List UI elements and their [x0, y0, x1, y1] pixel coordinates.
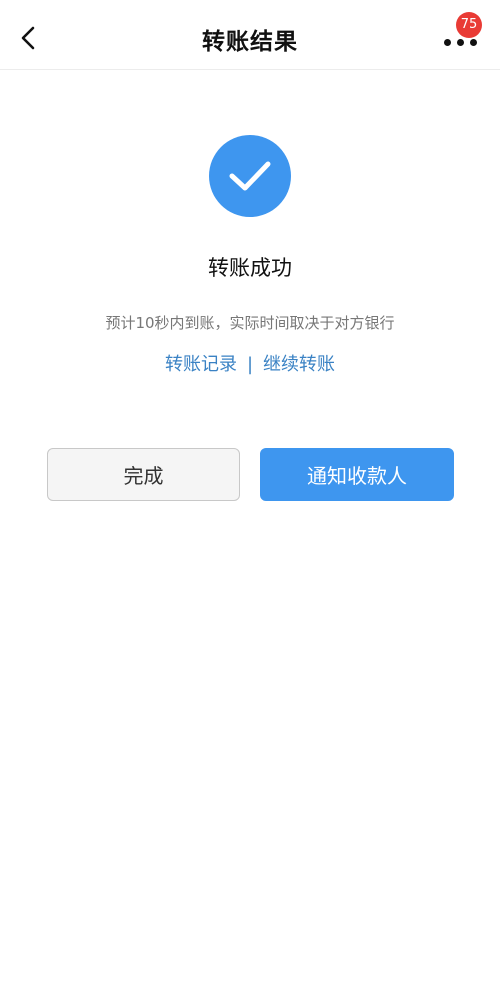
- link-separator: |: [246, 354, 254, 375]
- page-title: 转账结果: [202, 29, 298, 55]
- result-title: 转账成功: [208, 256, 292, 280]
- nav-bar: 转账结果 75: [0, 0, 500, 70]
- done-button[interactable]: 完成: [47, 448, 240, 501]
- result-description: 预计10秒内到账，实际时间取决于对方银行: [105, 314, 395, 332]
- transfer-records-link[interactable]: 转账记录: [165, 354, 237, 375]
- result-links: 转账记录 | 继续转账: [0, 350, 500, 376]
- continue-transfer-link[interactable]: 继续转账: [263, 354, 335, 375]
- notify-payee-button[interactable]: 通知收款人: [260, 448, 454, 501]
- check-circle-icon: [209, 135, 291, 217]
- more-dots-icon: [444, 39, 477, 46]
- transfer-result-page: 转账结果 75 转账成功 预计10秒内到账，实际时间取决于对方银行 转账记录 | 继…: [0, 0, 500, 985]
- notification-badge: 75: [456, 12, 482, 38]
